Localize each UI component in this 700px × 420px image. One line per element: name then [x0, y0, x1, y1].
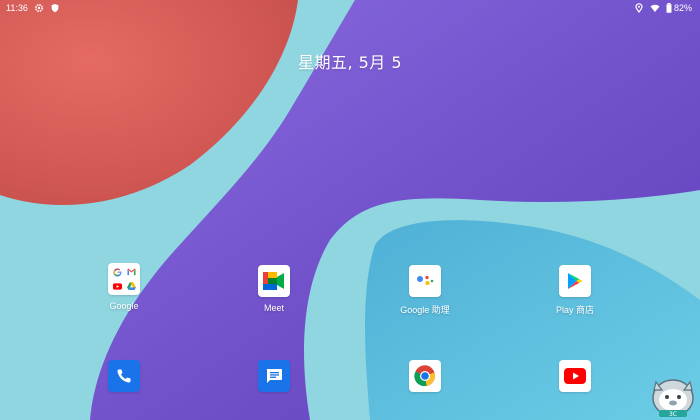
status-bar-left: 11:36 [6, 3, 60, 13]
chrome-icon [409, 360, 441, 392]
app-google-folder[interactable]: Google [74, 263, 174, 311]
app-meet[interactable]: Meet [224, 265, 324, 313]
app-label: Google [109, 301, 139, 311]
app-label: Meet [263, 303, 284, 313]
watermark-mascot-logo: 3C [652, 379, 694, 418]
app-play-store[interactable]: Play 商店 [525, 265, 625, 316]
location-icon [635, 3, 643, 13]
status-bar: 11:36 82% [0, 0, 700, 18]
status-bar-right: 82% [634, 3, 692, 13]
youtube-mini-icon [112, 282, 122, 290]
app-label: Google 助理 [400, 305, 450, 315]
youtube-icon [559, 360, 591, 392]
dock-messages[interactable] [224, 360, 324, 392]
messages-icon [258, 360, 290, 392]
dock-phone[interactable] [74, 360, 174, 392]
assistant-icon [409, 265, 441, 297]
shield-icon [51, 4, 59, 13]
app-google-assistant[interactable]: Google 助理 [375, 265, 475, 316]
date-widget[interactable]: 星期五, 5月 5 [0, 49, 700, 73]
meet-icon [258, 265, 290, 297]
dock-youtube[interactable] [525, 360, 625, 392]
battery-icon [666, 3, 672, 13]
phone-icon [108, 360, 140, 392]
watermark-text: 3C [669, 411, 677, 418]
app-label: Play 商店 [555, 305, 594, 315]
settings-icon [34, 3, 43, 13]
battery-percent: 82% [673, 3, 692, 13]
google-g-icon [112, 267, 121, 277]
clock: 11:36 [6, 3, 28, 13]
google-folder-icon [108, 263, 140, 295]
dock-chrome[interactable] [375, 360, 475, 392]
drive-icon [126, 282, 136, 290]
play-store-icon [559, 265, 591, 297]
wifi-icon [650, 4, 660, 12]
gmail-icon [126, 268, 136, 276]
